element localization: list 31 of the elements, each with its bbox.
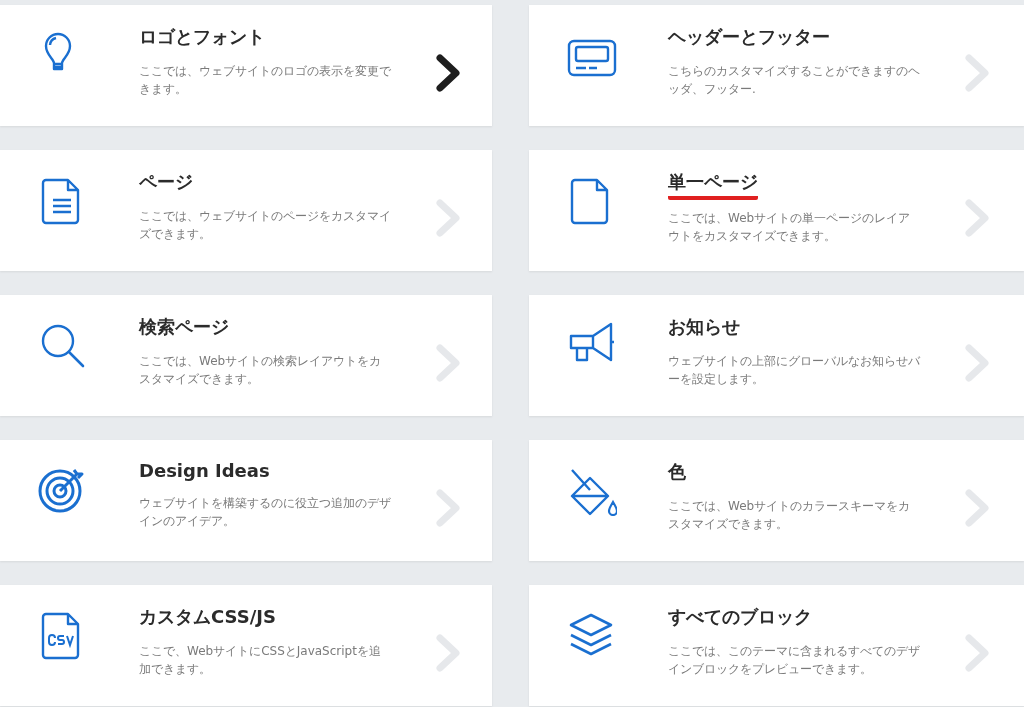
chevron-right-icon[interactable]: [435, 53, 461, 93]
card-description: こちらのカスタマイズすることができますのヘッダ、フッター.: [668, 63, 920, 98]
card-background[interactable]: Design Ideas ウェブサイトを構築するのに役立つ追加のデザインのアイデア。: [0, 440, 492, 561]
card-background[interactable]: ヘッダーとフッター こちらのカスタマイズすることができますのヘッダ、フッター.: [529, 5, 1024, 126]
card-background[interactable]: 検索ページ ここでは、Webサイトの検索レイアウトをカスタマイズできます。: [0, 295, 492, 416]
card-title: Design Ideas: [139, 460, 270, 483]
card-title: ヘッダーとフッター: [668, 25, 830, 49]
card-description: ウェブサイトを構築するのに役立つ追加のデザインのアイデア。: [139, 495, 391, 530]
card-title: 検索ページ: [139, 315, 229, 339]
card-title: カスタムCSS/JS: [139, 605, 276, 629]
card-background[interactable]: ページ ここでは、ウェブサイトのページをカスタマイズできます。: [0, 150, 492, 271]
card-description: ここでは、Webサイトのカラースキーマをカスタマイズできます。: [668, 498, 912, 533]
card-background[interactable]: ロゴとフォント ここでは、ウェブサイトのロゴの表示を変更できます。: [0, 5, 492, 126]
card-title: ページ: [139, 170, 193, 194]
card-title: 色: [668, 460, 686, 484]
card-description: ここでは、Webサイトの検索レイアウトをカスタマイズできます。: [139, 353, 383, 388]
card-background[interactable]: 色 ここでは、Webサイトのカラースキーマをカスタマイズできます。: [529, 440, 1024, 561]
card-description: ここでは、Webサイトの単一ページのレイアウトをカスタマイズできます。: [668, 210, 912, 245]
card-title: 単一ページ: [668, 170, 758, 200]
card-background[interactable]: お知らせ ウェブサイトの上部にグローバルなお知らせバーを設定します。: [529, 295, 1024, 416]
card-title: すべてのブロック: [668, 605, 812, 629]
card-background[interactable]: 単一ページ ここでは、Webサイトの単一ページのレイアウトをカスタマイズできます。: [529, 150, 1024, 271]
card-title: お知らせ: [668, 315, 740, 339]
card-description: ここでは、このテーマに含まれるすべてのデザインブロックをプレビューできます。: [668, 643, 920, 678]
card-background[interactable]: すべてのブロック ここでは、このテーマに含まれるすべてのデザインブロックをプレビューできます。: [529, 585, 1024, 706]
card-description: ここで、WebサイトにCSSとJavaScriptを追加できます。: [139, 643, 382, 678]
card-description: ここでは、ウェブサイトのページをカスタマイズできます。: [139, 208, 391, 243]
card-description: ウェブサイトの上部にグローバルなお知らせバーを設定します。: [668, 353, 920, 388]
card-title: ロゴとフォント: [139, 25, 265, 49]
card-description: ここでは、ウェブサイトのロゴの表示を変更できます。: [139, 63, 391, 98]
card-background[interactable]: カスタムCSS/JS ここで、WebサイトにCSSとJavaScriptを追加できます。: [0, 585, 492, 706]
